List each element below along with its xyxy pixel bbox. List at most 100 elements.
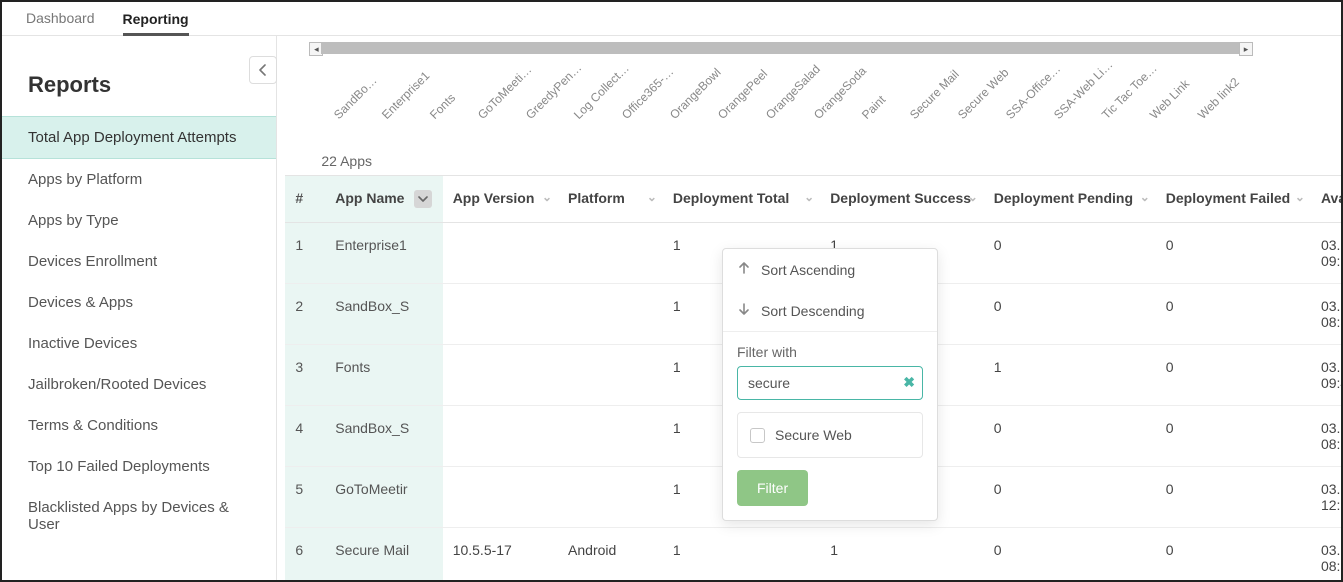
sort-asc-label: Sort Ascending: [761, 262, 855, 278]
cell-deployment-success: 1: [820, 528, 984, 581]
cell-available: 03.10.201 09:10:10: [1311, 223, 1341, 284]
cell-number: 3: [285, 345, 325, 406]
sidebar: Reports Total App Deployment AttemptsApp…: [2, 36, 277, 580]
cell-deployment-failed: 0: [1156, 345, 1311, 406]
arrow-down-icon: [737, 302, 751, 319]
cell-app-name: GoToMeetir: [325, 467, 442, 528]
cell-number: 6: [285, 528, 325, 581]
cell-available: 03.10.201 08:32:28: [1311, 528, 1341, 581]
cell-deployment-failed: 0: [1156, 406, 1311, 467]
cell-deployment-pending: 0: [984, 284, 1156, 345]
filter-option-label: Secure Web: [775, 427, 852, 443]
chart-axis-labels: SandBo…Enterprise1FontsGoToMeeti…GreedyP…: [321, 60, 1329, 145]
sidebar-item[interactable]: Total App Deployment Attempts: [2, 116, 276, 159]
cell-app-name: Fonts: [325, 345, 442, 406]
filter-option-secure-web[interactable]: Secure Web: [737, 412, 923, 458]
sidebar-item[interactable]: Devices & Apps: [2, 282, 276, 323]
cell-deployment-failed: 0: [1156, 467, 1311, 528]
chart-axis-label: Fonts: [427, 91, 458, 122]
arrow-up-icon: [737, 261, 751, 278]
cell-platform: [558, 284, 663, 345]
sidebar-title: Reports: [28, 72, 276, 98]
cell-deployment-pending: 0: [984, 223, 1156, 284]
cell-available: 03.10.201 12:34:35: [1311, 467, 1341, 528]
cell-deployment-failed: 0: [1156, 223, 1311, 284]
cell-deployment-pending: 0: [984, 406, 1156, 467]
sidebar-item[interactable]: Apps by Type: [2, 200, 276, 241]
col-app-name[interactable]: App Name: [325, 176, 442, 223]
cell-deployment-failed: 0: [1156, 528, 1311, 581]
sort-desc-label: Sort Descending: [761, 303, 865, 319]
chart-axis-label: Secure Web: [955, 65, 1011, 121]
col-number[interactable]: #: [285, 176, 325, 223]
cell-platform: [558, 467, 663, 528]
sort-descending-option[interactable]: Sort Descending: [723, 290, 937, 332]
cell-app-name: SandBox_S: [325, 406, 442, 467]
cell-app-version: 10.5.5-17: [443, 528, 558, 581]
sidebar-item[interactable]: Inactive Devices: [2, 323, 276, 364]
table-row[interactable]: 6Secure Mail10.5.5-17Android110003.10.20…: [285, 528, 1341, 581]
col-deployment-success[interactable]: Deployment Success⌄: [820, 176, 984, 223]
cell-deployment-pending: 1: [984, 345, 1156, 406]
filter-with-label: Filter with: [723, 332, 937, 366]
tab-reporting[interactable]: Reporting: [123, 2, 189, 36]
top-tabs: Dashboard Reporting: [2, 2, 1341, 36]
cell-app-name: Secure Mail: [325, 528, 442, 581]
chevron-down-icon: ⌄: [542, 190, 552, 204]
sort-ascending-option[interactable]: Sort Ascending: [723, 249, 937, 290]
chevron-left-icon: [258, 64, 268, 76]
cell-app-version: [443, 345, 558, 406]
cell-app-version: [443, 406, 558, 467]
cell-deployment-failed: 0: [1156, 284, 1311, 345]
cell-number: 4: [285, 406, 325, 467]
chevron-down-icon: ⌄: [968, 190, 978, 204]
cell-number: 1: [285, 223, 325, 284]
sidebar-item[interactable]: Top 10 Failed Deployments: [2, 446, 276, 487]
clear-filter-icon[interactable]: ✖: [903, 374, 915, 391]
cell-number: 5: [285, 467, 325, 528]
cell-platform: Android: [558, 528, 663, 581]
cell-number: 2: [285, 284, 325, 345]
cell-app-version: [443, 223, 558, 284]
sidebar-item[interactable]: Apps by Platform: [2, 159, 276, 200]
col-app-version[interactable]: App Version⌄: [443, 176, 558, 223]
cell-available: 03.10.201 09:45:07: [1311, 345, 1341, 406]
col-platform[interactable]: Platform⌄: [558, 176, 663, 223]
cell-app-version: [443, 284, 558, 345]
chart-scrollbar[interactable]: ◂ ▸: [309, 42, 1329, 56]
sidebar-collapse-button[interactable]: [249, 56, 277, 84]
scroll-right-button[interactable]: ▸: [1239, 42, 1253, 56]
cell-app-version: [443, 467, 558, 528]
chevron-down-icon: ⌄: [804, 190, 814, 204]
sidebar-item[interactable]: Devices Enrollment: [2, 241, 276, 282]
filter-apply-button[interactable]: Filter: [737, 470, 808, 506]
cell-available: 03.10.201 08:38:40: [1311, 284, 1341, 345]
col-deployment-pending[interactable]: Deployment Pending⌄: [984, 176, 1156, 223]
col-deployment-failed[interactable]: Deployment Failed⌄: [1156, 176, 1311, 223]
chart-axis-label: Paint: [859, 93, 888, 122]
cell-platform: [558, 223, 663, 284]
cell-platform: [558, 345, 663, 406]
sidebar-item[interactable]: Terms & Conditions: [2, 405, 276, 446]
chevron-down-icon: ⌄: [1140, 190, 1150, 204]
chart-axis-label: Enterprise1: [379, 69, 432, 122]
chevron-down-icon: ⌄: [647, 190, 657, 204]
chart-axis-label: SandBo…: [331, 73, 380, 122]
tab-dashboard[interactable]: Dashboard: [26, 1, 95, 35]
chart-axis-label: Web link2: [1195, 75, 1242, 122]
cell-deployment-pending: 0: [984, 467, 1156, 528]
chart-axis-label: Web Link: [1147, 77, 1192, 122]
checkbox-icon[interactable]: [750, 428, 765, 443]
scrollbar-track[interactable]: [321, 42, 1239, 54]
chevron-down-icon[interactable]: [414, 190, 432, 208]
cell-deployment-total: 1: [663, 528, 820, 581]
sidebar-item[interactable]: Blacklisted Apps by Devices & User: [2, 487, 276, 545]
chevron-down-icon: ⌄: [1295, 190, 1305, 204]
col-available[interactable]: Available: [1311, 176, 1341, 223]
sidebar-item[interactable]: Jailbroken/Rooted Devices: [2, 364, 276, 405]
filter-input[interactable]: [737, 366, 923, 400]
cell-app-name: Enterprise1: [325, 223, 442, 284]
col-deployment-total[interactable]: Deployment Total⌄: [663, 176, 820, 223]
cell-platform: [558, 406, 663, 467]
cell-app-name: SandBox_S: [325, 284, 442, 345]
